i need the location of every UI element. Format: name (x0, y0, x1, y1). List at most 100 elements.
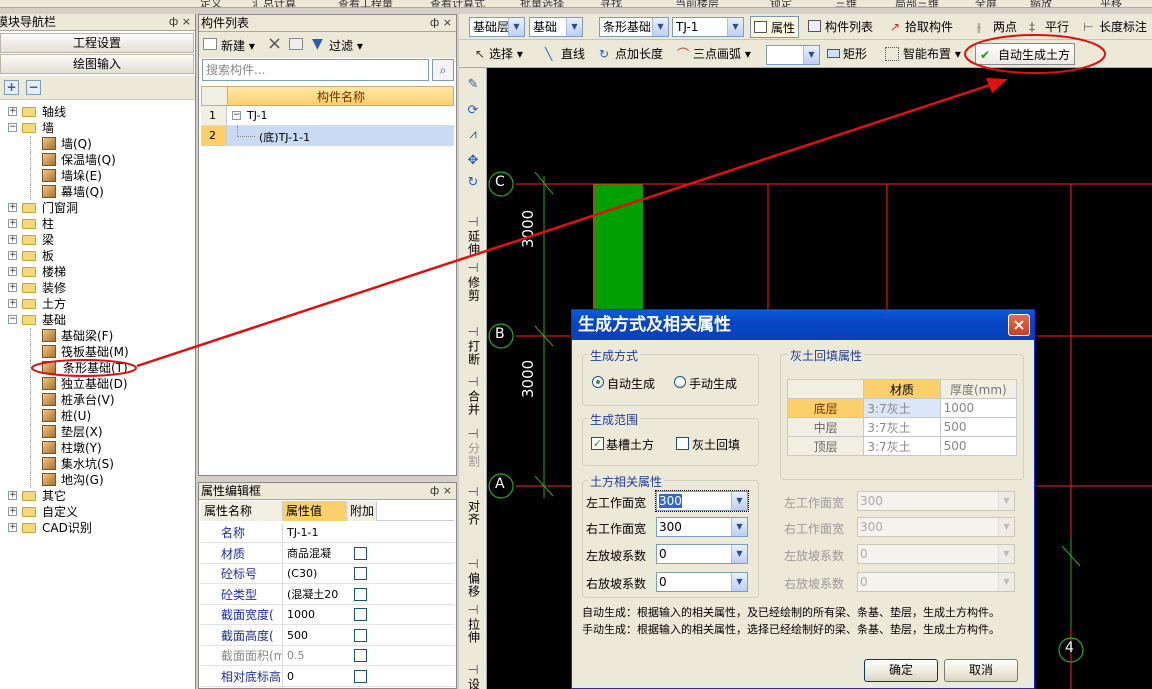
search-icon[interactable]: ⌕ (432, 59, 454, 81)
pin-close-icons[interactable]: ф × (430, 15, 452, 31)
pin-close-icons[interactable]: ф × (169, 14, 191, 30)
new-button[interactable]: 新建 ▾ (221, 37, 255, 54)
collapse-icon[interactable]: − (8, 123, 17, 132)
expand-icon[interactable]: + (8, 235, 17, 244)
rect-button[interactable]: 矩形 (825, 43, 867, 65)
property-value[interactable]: (混凝土20 (287, 585, 347, 605)
property-row[interactable]: 截面宽度(1000 (201, 605, 454, 625)
property-value[interactable]: 商品混凝 (287, 544, 347, 564)
brush-icon[interactable]: ✎ (461, 78, 485, 92)
vertical-tool-button[interactable]: ⊣ 偏移 (461, 558, 485, 599)
line-button[interactable]: ╲ 直线 (543, 43, 585, 65)
attach-checkbox[interactable] (354, 587, 367, 601)
select-button[interactable]: ↖ 选择 ▾ (473, 43, 523, 65)
3d-button[interactable]: 三维 (835, 0, 857, 7)
category-select[interactable]: 基础 ▼ (529, 17, 583, 37)
fullscreen-button[interactable]: 全屏 (975, 0, 997, 7)
table-row[interactable]: 2 (底)TJ-1-1 (201, 126, 454, 146)
table-row[interactable]: 1 − TJ-1 (201, 106, 454, 126)
property-row[interactable]: 名称 TJ-1-1 (201, 523, 454, 543)
shape-select[interactable]: ▼ (766, 45, 820, 65)
property-value[interactable]: 0.5 (287, 646, 347, 666)
filter-icon[interactable]: ▼ (312, 36, 323, 52)
groove-earth-label[interactable]: 基槽土方 (606, 436, 654, 453)
collapse-all-icon[interactable]: − (26, 80, 41, 95)
table-row[interactable]: 中层 3:7灰土 500 (786, 417, 1018, 437)
vertical-tool-button[interactable]: ⊣ 延伸 (461, 216, 485, 257)
lock-button[interactable]: 锁定 (770, 0, 792, 7)
point-length-button[interactable]: ↻ 点加长度 (597, 43, 663, 65)
attach-checkbox[interactable] (354, 649, 367, 662)
length-dim-button[interactable]: ⊢ 长度标注 (1081, 16, 1147, 38)
property-row[interactable]: 砼类型 (混凝土20 (201, 584, 454, 605)
attach-checkbox[interactable] (354, 628, 367, 642)
auto-radio-label[interactable]: 自动生成 (607, 375, 655, 392)
type-select[interactable]: 条形基础 ▼ (599, 17, 669, 37)
lime-fill-label[interactable]: 灰土回填 (692, 436, 740, 453)
expand-icon[interactable]: + (8, 267, 17, 276)
manual-radio[interactable] (674, 376, 686, 388)
expand-icon[interactable]: + (8, 203, 17, 212)
property-row[interactable]: 材质 商品混凝 (201, 543, 454, 564)
expand-all-icon[interactable]: + (4, 80, 19, 95)
property-row[interactable]: 相对底标高 0 (201, 666, 454, 687)
draw-input-button[interactable]: 绘图输入 (0, 54, 194, 74)
attach-checkbox[interactable] (354, 546, 367, 560)
vertical-tool-button[interactable]: ⊣ 分割 (461, 428, 485, 469)
property-button[interactable]: 属性 (750, 16, 800, 38)
mirror-icon[interactable]: ⩘ (461, 128, 485, 142)
zoom-button[interactable]: 缩放 (1030, 0, 1052, 7)
vertical-tool-button[interactable]: ⊣ 设 (461, 664, 485, 689)
two-point-button[interactable]: ⫲ 两点 (975, 16, 1017, 38)
vertical-tool-button[interactable]: ⊣ 修剪 (461, 262, 485, 303)
expand-icon[interactable]: + (8, 107, 17, 116)
property-value[interactable]: TJ-1-1 (287, 523, 347, 543)
project-settings-button[interactable]: 工程设置 (0, 33, 194, 53)
ok-button[interactable]: 确定 (864, 659, 938, 682)
component-select[interactable]: TJ-1 ▼ (672, 17, 744, 37)
collapse-icon[interactable]: − (8, 315, 17, 324)
arc-button[interactable]: ⌒ 三点画弧 ▾ (675, 43, 751, 65)
vertical-tool-button[interactable]: ⊣ 打断 (461, 326, 485, 367)
current-floor-button[interactable]: 当前楼层 (675, 0, 719, 7)
define-button[interactable]: 定义 (200, 0, 222, 7)
view-quantity-button[interactable]: 查看工程量 (338, 0, 393, 7)
vertical-tool-button[interactable]: ⊣ 合并 (461, 376, 485, 417)
groove-earth-checkbox[interactable]: ✓ (591, 437, 604, 450)
cancel-button[interactable]: 取消 (944, 659, 1018, 682)
pick-component-button[interactable]: ↗ 拾取构件 (887, 16, 953, 38)
find-button[interactable]: 寻找 (600, 0, 622, 7)
lime-fill-checkbox[interactable] (676, 437, 689, 450)
property-value[interactable]: 0 (287, 667, 347, 687)
property-row[interactable]: 截面高度(500 (201, 625, 454, 646)
earth-field-select[interactable]: 300 ▼ (655, 490, 749, 512)
property-row[interactable]: 截面面积(m 0.5 (201, 646, 454, 666)
table-row[interactable]: 底层 3:7灰土 1000 (786, 398, 1018, 418)
auto-radio[interactable] (592, 376, 604, 388)
partial-3d-button[interactable]: 局部三维 (895, 0, 939, 7)
batch-select-button[interactable]: 批量选择 (520, 0, 564, 7)
floor-select[interactable]: 基础层 ▼ (469, 17, 525, 37)
earth-field-select[interactable]: 0 ▼ (656, 544, 748, 564)
close-icon[interactable]: × (1008, 314, 1030, 336)
parallel-button[interactable]: ‡ 平行 (1027, 16, 1069, 38)
earth-field-select[interactable]: 300 ▼ (656, 517, 748, 537)
table-row[interactable]: 顶层 3:7灰土 500 (786, 436, 1018, 456)
summary-calc-button[interactable]: 汇总计算 (252, 0, 296, 7)
rotate-icon[interactable]: ↻ (461, 176, 485, 190)
auto-earthwork-button[interactable]: ✔ 自动生成土方 (975, 43, 1076, 65)
manual-radio-label[interactable]: 手动生成 (689, 375, 737, 392)
property-value[interactable]: 1000 (287, 605, 347, 625)
delete-icon[interactable]: × (267, 33, 282, 54)
property-value[interactable]: 500 (287, 626, 347, 646)
component-list-button[interactable]: 构件列表 (805, 16, 873, 38)
view-formula-button[interactable]: 查看计算式 (430, 0, 485, 7)
filter-button[interactable]: 过滤 ▾ (329, 37, 363, 54)
smart-layout-button[interactable]: 智能布置 ▾ (883, 43, 961, 65)
expand-icon[interactable]: + (8, 251, 17, 260)
pan-button[interactable]: 平移 (1100, 0, 1122, 7)
earth-field-select[interactable]: 0 ▼ (656, 572, 748, 592)
pin-close-icons[interactable]: ф × (430, 483, 452, 499)
expand-icon[interactable]: + (8, 299, 17, 308)
property-value[interactable]: (C30) (287, 564, 347, 584)
